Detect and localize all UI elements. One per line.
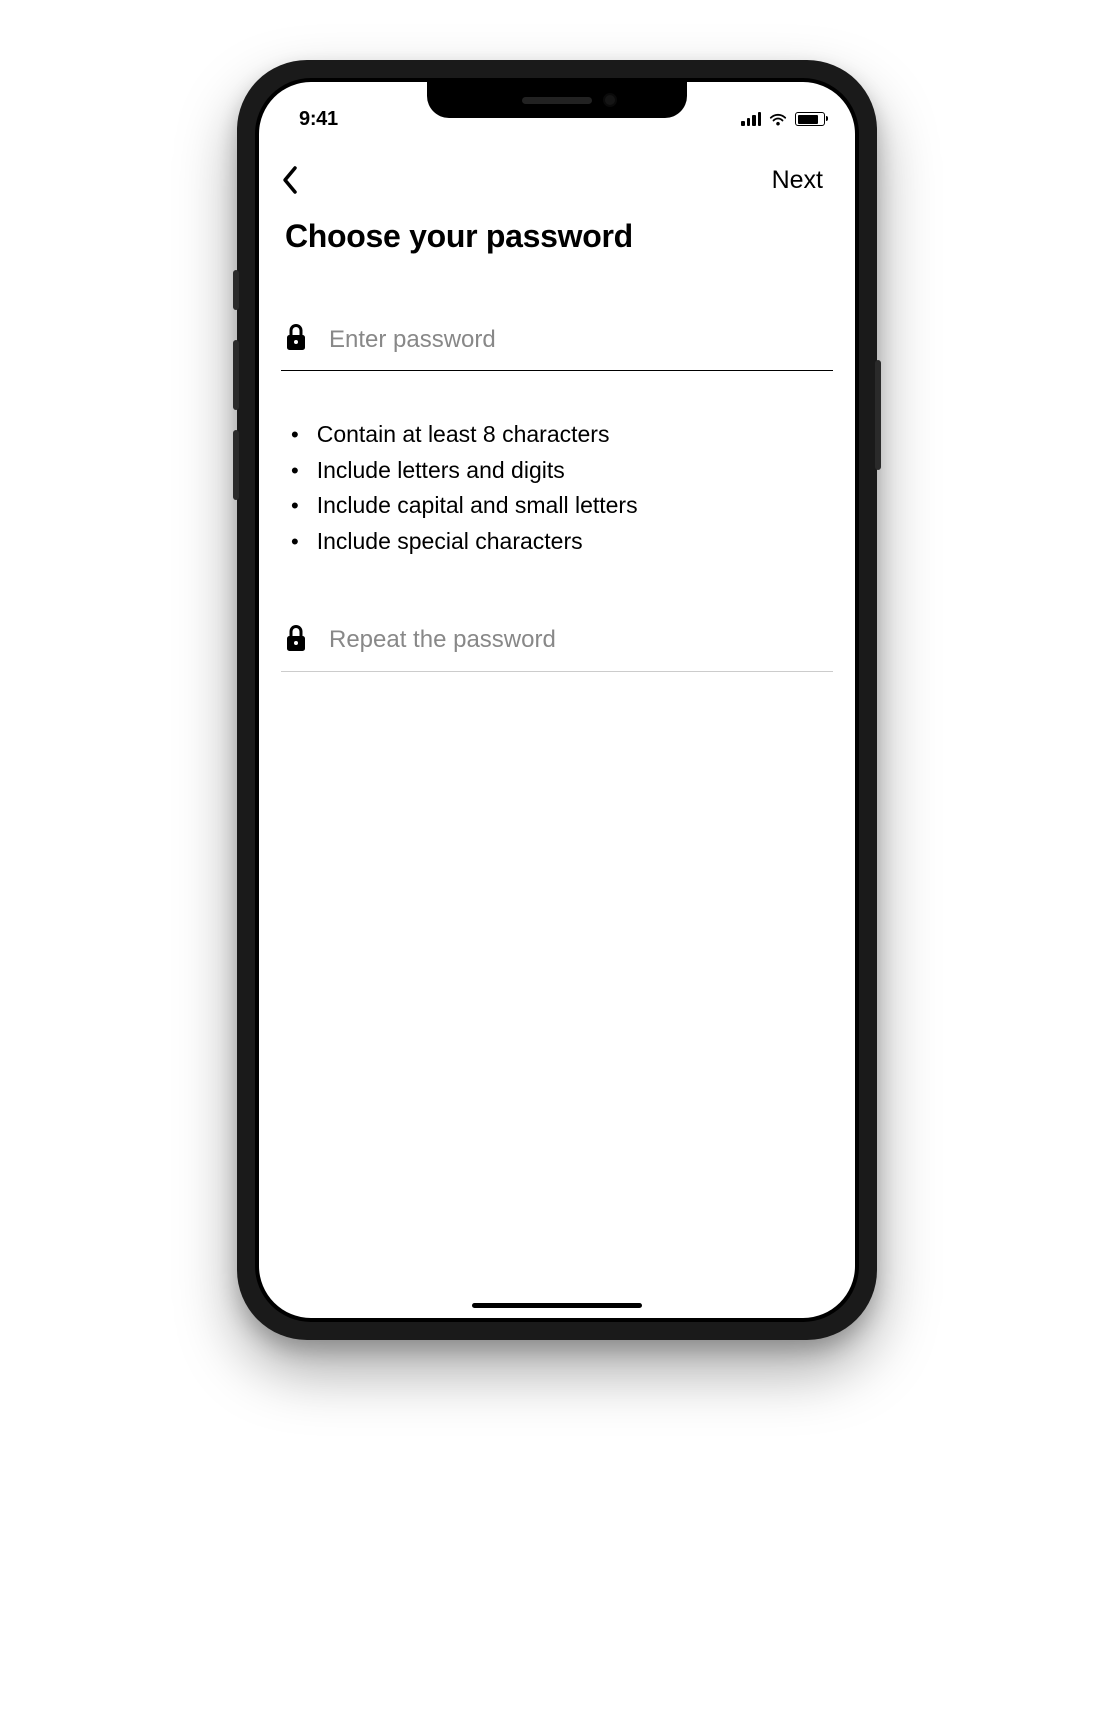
side-button	[233, 430, 239, 500]
requirements-list: Contain at least 8 characters Include le…	[291, 417, 833, 560]
side-button	[875, 360, 881, 470]
requirement-text: Include special characters	[317, 524, 583, 560]
password-input[interactable]	[329, 326, 829, 354]
notch	[427, 82, 687, 118]
next-button[interactable]: Next	[772, 166, 827, 195]
page-title: Choose your password	[285, 218, 829, 255]
repeat-password-input[interactable]	[329, 626, 829, 654]
lock-icon	[285, 624, 307, 657]
back-button[interactable]	[281, 162, 317, 198]
front-camera	[603, 93, 617, 107]
nav-bar: Next	[281, 138, 833, 210]
speaker	[522, 97, 592, 104]
requirement-item: Contain at least 8 characters	[291, 417, 833, 453]
requirement-text: Contain at least 8 characters	[317, 417, 610, 453]
home-indicator[interactable]	[472, 1303, 642, 1308]
side-button	[233, 270, 239, 310]
requirement-item: Include letters and digits	[291, 453, 833, 489]
content-area: Next Choose your password	[259, 138, 855, 672]
chevron-left-icon	[281, 165, 299, 195]
lock-icon	[285, 323, 307, 356]
requirement-item: Include capital and small letters	[291, 488, 833, 524]
device-inner: 9:41	[255, 78, 859, 1322]
password-field-row	[281, 315, 833, 371]
device-frame: 9:41	[237, 60, 877, 1340]
signal-icon	[741, 112, 761, 126]
screen: 9:41	[259, 82, 855, 1318]
repeat-password-field-row	[281, 616, 833, 672]
requirement-text: Include letters and digits	[317, 453, 565, 489]
requirement-item: Include special characters	[291, 524, 833, 560]
wifi-icon	[768, 112, 788, 126]
status-time: 9:41	[299, 108, 338, 131]
side-button	[233, 340, 239, 410]
status-icons	[741, 112, 825, 126]
battery-icon	[795, 112, 825, 126]
requirement-text: Include capital and small letters	[317, 488, 638, 524]
